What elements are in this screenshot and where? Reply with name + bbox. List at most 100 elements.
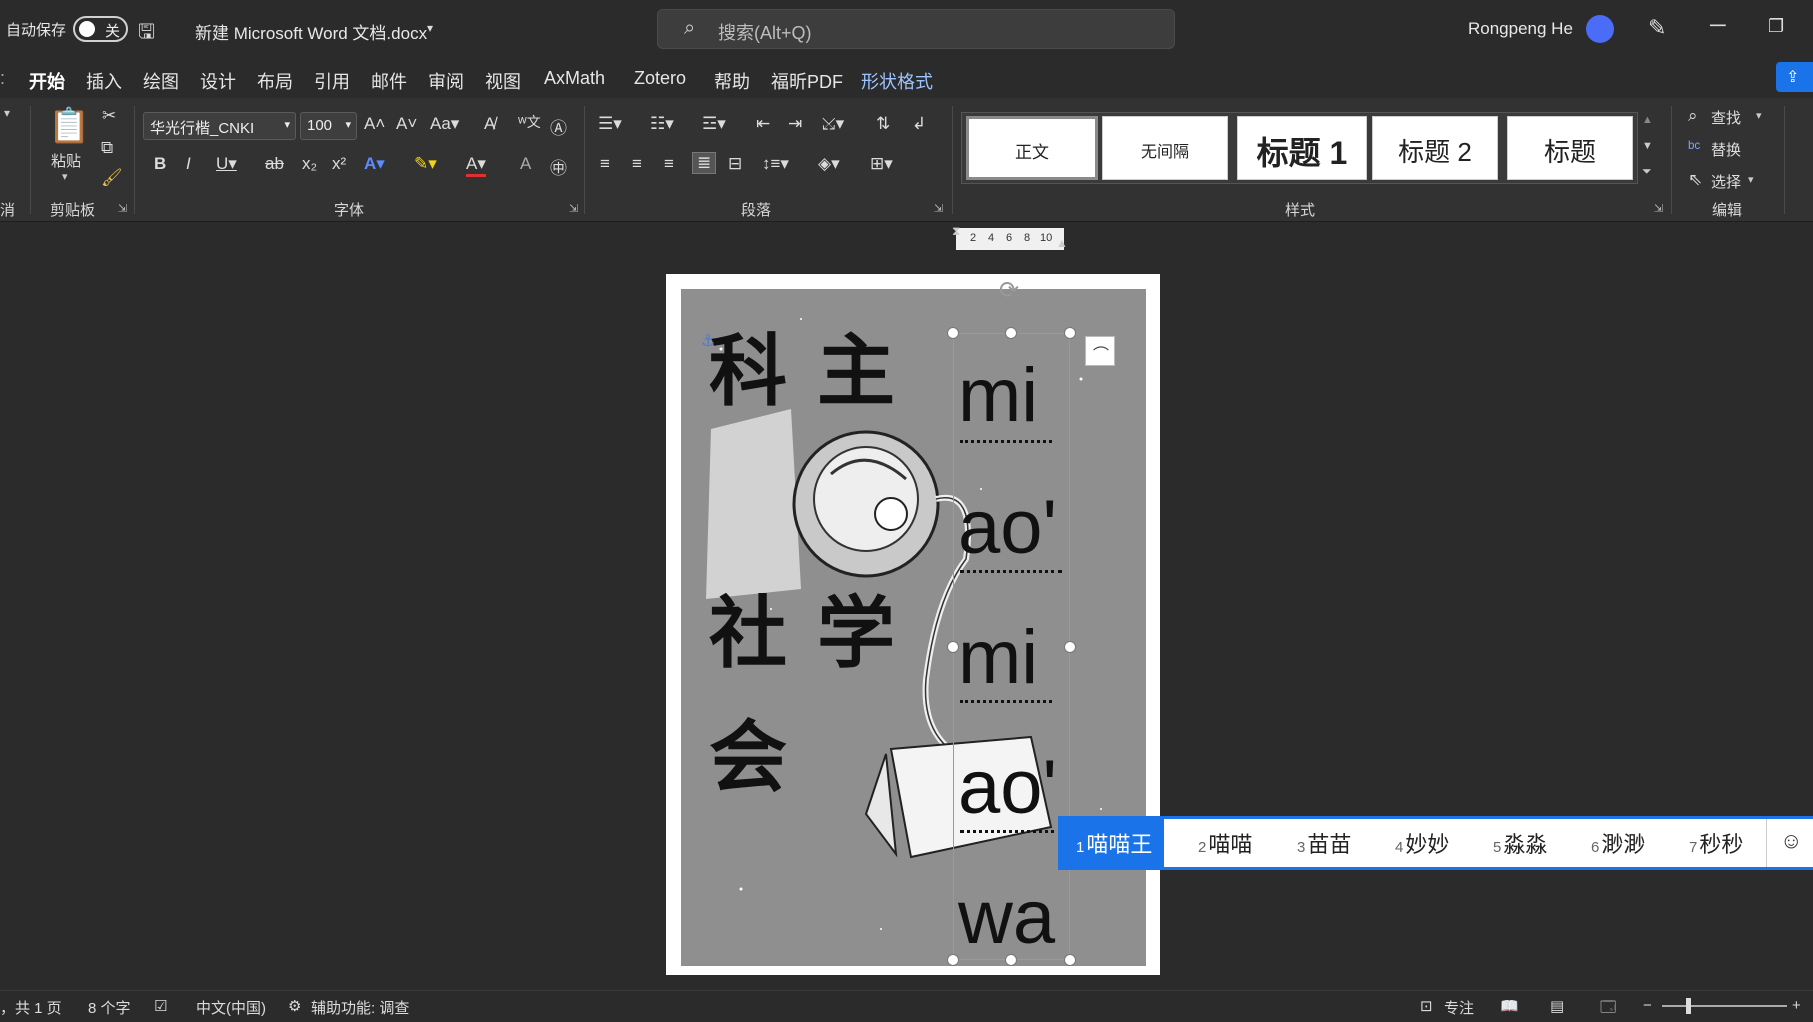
chevron-down-icon[interactable]: ▾ <box>1748 173 1754 186</box>
replace-label[interactable]: 替换 <box>1711 139 1741 160</box>
indent-marker-icon[interactable]: ⧗ <box>952 224 960 239</box>
change-case-icon[interactable]: Aa▾ <box>430 114 459 134</box>
cut-icon[interactable]: ✂ <box>102 106 116 126</box>
dialog-launcher-icon[interactable]: ⇲ <box>1654 202 1663 215</box>
search-box[interactable]: ⌕ 搜索(Alt+Q) <box>657 9 1175 49</box>
print-layout-icon[interactable]: ▤ <box>1550 997 1564 1015</box>
save-icon[interactable]: 🖫 <box>138 17 155 51</box>
zoom-slider[interactable] <box>1662 1005 1787 1007</box>
resize-handle[interactable] <box>1064 954 1076 966</box>
enclose-characters-icon[interactable]: ㊥ <box>550 154 567 179</box>
rotate-handle-icon[interactable]: ⟳ <box>999 276 1019 305</box>
ime-candidate[interactable]: 7秒秒 <box>1689 827 1743 859</box>
tab-design[interactable]: 设计 <box>200 68 236 94</box>
tab-insert[interactable]: 插入 <box>86 68 122 94</box>
align-right-icon[interactable]: ≡ <box>664 154 674 174</box>
word-count[interactable]: 8 个字 <box>88 997 131 1018</box>
tab-help[interactable]: 帮助 <box>714 68 750 94</box>
multilevel-list-icon[interactable]: ☲▾ <box>702 114 726 134</box>
select-cursor-icon[interactable]: ⇖ <box>1688 170 1702 190</box>
dialog-launcher-icon[interactable]: ⇲ <box>118 202 127 215</box>
resize-handle[interactable] <box>947 327 959 339</box>
grow-font-icon[interactable]: A˄ <box>364 114 385 134</box>
style-title[interactable]: 标题 <box>1507 116 1633 180</box>
chevron-down-icon[interactable]: ▾ <box>62 170 68 183</box>
show-marks-icon[interactable]: ↲ <box>912 114 926 134</box>
decrease-indent-icon[interactable]: ⇤ <box>756 114 770 134</box>
accessibility-status[interactable]: 辅助功能: 调查 <box>311 997 409 1018</box>
align-left-icon[interactable]: ≡ <box>600 154 610 174</box>
sort-icon[interactable]: ⇅ <box>876 114 890 134</box>
read-mode-icon[interactable]: 📖 <box>1500 997 1519 1015</box>
font-color-icon[interactable]: A▾ <box>466 154 486 177</box>
style-no-spacing[interactable]: 无间隔 <box>1102 116 1228 180</box>
find-icon[interactable]: ⌕ <box>1688 106 1698 126</box>
web-layout-icon[interactable]: 🗔 <box>1600 997 1616 1022</box>
user-name[interactable]: Rongpeng He <box>1468 19 1573 39</box>
tab-mailings[interactable]: 邮件 <box>371 68 407 94</box>
bold-icon[interactable]: B <box>154 154 166 174</box>
style-heading-1[interactable]: 标题 1 <box>1237 116 1367 180</box>
chinese-layout-icon[interactable]: ⤩▾ <box>822 114 844 134</box>
paste-label[interactable]: 粘贴 <box>51 150 81 171</box>
zoom-in-icon[interactable]: + <box>1792 997 1801 1014</box>
find-label[interactable]: 查找 <box>1711 107 1741 128</box>
gallery-more-icon[interactable]: ⏷ <box>1642 164 1652 179</box>
tab-zotero[interactable]: Zotero <box>634 68 686 89</box>
chevron-down-icon[interactable]: ▾ <box>1756 109 1762 122</box>
character-shading-icon[interactable]: A <box>520 154 531 174</box>
resize-handle[interactable] <box>947 954 959 966</box>
line-spacing-icon[interactable]: ↕≡▾ <box>762 154 789 174</box>
minimize-icon[interactable]: ─ <box>1710 12 1726 38</box>
tab-view[interactable]: 视图 <box>485 68 521 94</box>
autosave-toggle[interactable]: 关 <box>73 16 128 42</box>
resize-handle[interactable] <box>1064 327 1076 339</box>
document-title[interactable]: 新建 Microsoft Word 文档.docx <box>195 19 427 44</box>
tab-overflow[interactable]: : <box>0 68 5 89</box>
chevron-down-icon[interactable]: ▾ <box>427 21 433 35</box>
emoji-icon[interactable]: ☺ <box>1780 828 1802 854</box>
ime-candidate[interactable]: 3苗苗 <box>1297 827 1351 859</box>
subscript-icon[interactable]: x₂ <box>302 154 317 174</box>
tab-axmath[interactable]: AxMath <box>544 68 605 89</box>
horizontal-ruler[interactable]: 2 4 6 8 10 ⧗ ▲ <box>952 224 1068 250</box>
tab-review[interactable]: 审阅 <box>428 68 464 94</box>
pen-icon[interactable]: ✎ <box>1648 15 1666 41</box>
numbering-icon[interactable]: ☷▾ <box>650 114 674 134</box>
resize-handle[interactable] <box>1064 641 1076 653</box>
layout-options-button[interactable]: ⌒ <box>1085 336 1115 366</box>
tab-references[interactable]: 引用 <box>314 68 350 94</box>
paste-icon[interactable]: 📋 <box>48 106 90 146</box>
tab-home[interactable]: 开始 <box>29 68 65 102</box>
borders-icon[interactable]: ⊞▾ <box>870 154 893 174</box>
tab-shape-format[interactable]: 形状格式 <box>861 68 933 94</box>
zoom-out-icon[interactable]: − <box>1643 997 1652 1014</box>
tab-draw[interactable]: 绘图 <box>143 68 179 94</box>
tab-layout[interactable]: 布局 <box>257 68 293 94</box>
chevron-down-icon[interactable]: ▾ <box>4 106 10 120</box>
resize-handle[interactable] <box>947 641 959 653</box>
font-name-combo[interactable]: 华光行楷_CNKI ▾ <box>143 112 296 140</box>
gallery-down-icon[interactable]: ▼ <box>1642 140 1653 152</box>
restore-icon[interactable]: ❐ <box>1768 16 1784 37</box>
zoom-slider-thumb[interactable] <box>1686 998 1691 1014</box>
copy-icon[interactable]: ⧉ <box>101 138 113 158</box>
shrink-font-icon[interactable]: A˅ <box>396 114 417 134</box>
format-painter-icon[interactable]: 🖌 <box>101 168 123 188</box>
avatar[interactable] <box>1586 15 1614 43</box>
select-label[interactable]: 选择 <box>1711 171 1741 192</box>
proofing-icon[interactable]: ☑ <box>154 997 167 1015</box>
bullets-icon[interactable]: ☰▾ <box>598 114 622 134</box>
phonetic-guide-icon[interactable]: ᵂ文 <box>518 112 541 132</box>
share-button[interactable]: ⇪ <box>1776 62 1813 92</box>
dialog-launcher-icon[interactable]: ⇲ <box>569 202 578 215</box>
text-effects-icon[interactable]: A▾ <box>364 154 385 174</box>
highlight-icon[interactable]: ✎▾ <box>414 154 437 174</box>
distributed-icon[interactable]: ⊟ <box>728 154 742 174</box>
tab-foxit-pdf[interactable]: 福昕PDF <box>771 68 843 94</box>
resize-handle[interactable] <box>1005 954 1017 966</box>
shading-icon[interactable]: ◈▾ <box>818 154 840 174</box>
resize-handle[interactable] <box>1005 327 1017 339</box>
gallery-up-icon[interactable]: ▲ <box>1642 114 1653 126</box>
focus-label[interactable]: 专注 <box>1444 997 1474 1018</box>
